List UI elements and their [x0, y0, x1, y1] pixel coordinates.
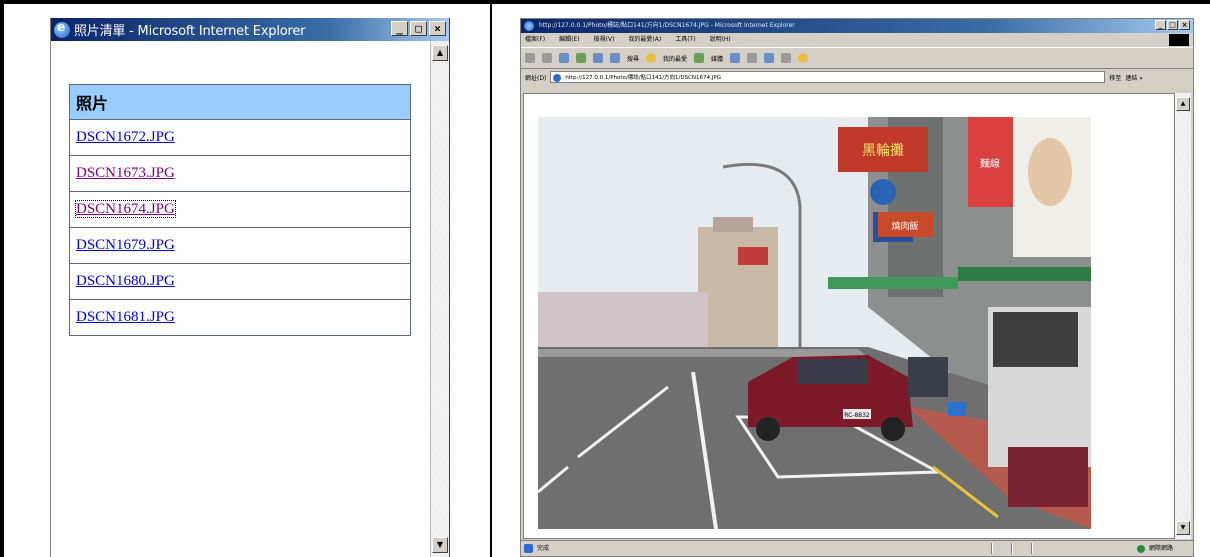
status-divider: [991, 543, 993, 554]
license-plate: RC-8832: [844, 412, 870, 419]
photo-link[interactable]: DSCN1679.JPG: [76, 237, 175, 253]
menu-bar: 檔案(F) 編輯(E) 檢視(V) 我的最愛(A) 工具(T) 說明(H): [521, 33, 1193, 47]
street-photo: 黑輪攤 麵線 燒肉飯 RC-8832: [538, 117, 1091, 529]
status-text: 完成: [537, 545, 550, 552]
status-divider: [1031, 543, 1033, 554]
shop-sign-1: 黑輪攤: [862, 142, 904, 159]
search-icon[interactable]: [610, 53, 620, 63]
maximize-button[interactable]: □: [410, 21, 427, 36]
title-bar[interactable]: http://127.0.0.1/Photo/標誌/點口141/方向1/DSCN…: [521, 19, 1193, 33]
scroll-up-icon[interactable]: ▲: [432, 45, 448, 61]
table-row: DSCN1680.JPG: [69, 263, 411, 300]
menu-help[interactable]: 說明(H): [710, 33, 731, 47]
ie-icon: [54, 20, 70, 38]
photo-link[interactable]: DSCN1681.JPG: [76, 309, 175, 325]
minimize-button[interactable]: _: [391, 21, 408, 36]
photo-list-window: 照片清單 - Microsoft Internet Explorer _ □ ×…: [50, 18, 450, 557]
stop-icon[interactable]: [559, 53, 569, 63]
back-icon[interactable]: [525, 53, 535, 63]
table-row: DSCN1681.JPG: [69, 299, 411, 336]
media-icon[interactable]: [694, 53, 705, 63]
window-title: http://127.0.0.1/Photo/標誌/點口141/方向1/DSCN…: [539, 22, 795, 29]
menu-edit[interactable]: 編輯(E): [559, 33, 579, 47]
print-icon[interactable]: [764, 53, 775, 63]
messenger-icon[interactable]: [798, 53, 809, 63]
photo-link[interactable]: DSCN1680.JPG: [76, 273, 175, 289]
photo-link[interactable]: DSCN1673.JPG: [76, 165, 175, 181]
maximize-button[interactable]: □: [1167, 20, 1178, 30]
links-button[interactable]: 連結 »: [1125, 73, 1143, 82]
page-content: 照片 DSCN1672.JPG DSCN1673.JPG DSCN1674.JP…: [51, 41, 431, 557]
vertical-scrollbar[interactable]: ▲ ▼: [1175, 93, 1191, 539]
table-row: DSCN1673.JPG: [69, 155, 411, 192]
page-column-divider: [490, 0, 492, 557]
table-header: 照片: [69, 84, 411, 120]
photo-link[interactable]: DSCN1672.JPG: [76, 129, 175, 145]
shop-sign-3: 燒肉飯: [891, 220, 918, 232]
photo-table: 照片 DSCN1672.JPG DSCN1673.JPG DSCN1674.JP…: [69, 84, 411, 336]
address-label: 網址(D): [525, 74, 547, 82]
go-button[interactable]: 移至: [1109, 73, 1121, 82]
menu-tools[interactable]: 工具(T): [675, 33, 695, 47]
close-button[interactable]: ×: [1179, 20, 1190, 30]
title-bar[interactable]: 照片清單 - Microsoft Internet Explorer _ □ ×: [51, 18, 449, 41]
ie-icon: [524, 21, 534, 31]
minimize-button[interactable]: _: [1155, 20, 1166, 30]
photo-viewer-window: http://127.0.0.1/Photo/標誌/點口141/方向1/DSCN…: [520, 18, 1194, 557]
home-icon[interactable]: [593, 53, 603, 63]
address-input[interactable]: http://127.0.0.1/Photo/標誌/點口141/方向1/DSCN…: [550, 71, 1106, 83]
window-title: 照片清單 - Microsoft Internet Explorer: [74, 24, 306, 39]
table-row: DSCN1672.JPG: [69, 119, 411, 156]
page-left-border: [0, 0, 4, 557]
media-label[interactable]: 媒體: [711, 54, 723, 63]
history-icon[interactable]: [730, 53, 741, 63]
close-button[interactable]: ×: [429, 21, 446, 36]
favorites-icon[interactable]: [646, 53, 657, 63]
menu-view[interactable]: 檢視(V): [594, 33, 615, 47]
search-label[interactable]: 搜尋: [627, 54, 639, 63]
page-viewport: 黑輪攤 麵線 燒肉飯 RC-8832: [523, 93, 1175, 539]
street-photo-image: 黑輪攤 麵線 燒肉飯 RC-8832: [538, 117, 1091, 529]
favorites-label[interactable]: 我的最愛: [663, 54, 687, 63]
shop-sign-2: 麵線: [980, 157, 1000, 170]
table-row: DSCN1679.JPG: [69, 227, 411, 264]
photo-link[interactable]: DSCN1674.JPG: [75, 200, 176, 218]
status-divider: [1011, 543, 1013, 554]
table-row: DSCN1674.JPG: [69, 191, 411, 228]
address-bar: 網址(D) http://127.0.0.1/Photo/標誌/點口141/方向…: [521, 69, 1193, 85]
internet-zone: 網際網路: [1136, 541, 1173, 556]
status-bar: 完成 網際網路: [521, 540, 1193, 556]
refresh-icon[interactable]: [576, 53, 586, 63]
forward-icon[interactable]: [542, 53, 552, 63]
scroll-down-icon[interactable]: ▼: [1176, 521, 1190, 535]
mail-icon[interactable]: [747, 53, 758, 63]
page-top-border: [0, 0, 1210, 4]
toolbar: 搜尋 我的最愛 媒體: [521, 47, 1193, 69]
window-controls: _ □ ×: [1155, 20, 1190, 30]
page-status-icon: [524, 544, 533, 553]
window-controls: _ □ ×: [391, 21, 446, 36]
edit-icon[interactable]: [781, 53, 792, 63]
menu-favorites[interactable]: 我的最愛(A): [628, 33, 661, 47]
windows-logo-icon: [1169, 34, 1189, 46]
vertical-scrollbar[interactable]: ▲ ▼: [430, 41, 449, 557]
scroll-up-icon[interactable]: ▲: [1176, 97, 1190, 111]
scroll-down-icon[interactable]: ▼: [432, 537, 448, 553]
menu-file[interactable]: 檔案(F): [525, 33, 545, 47]
